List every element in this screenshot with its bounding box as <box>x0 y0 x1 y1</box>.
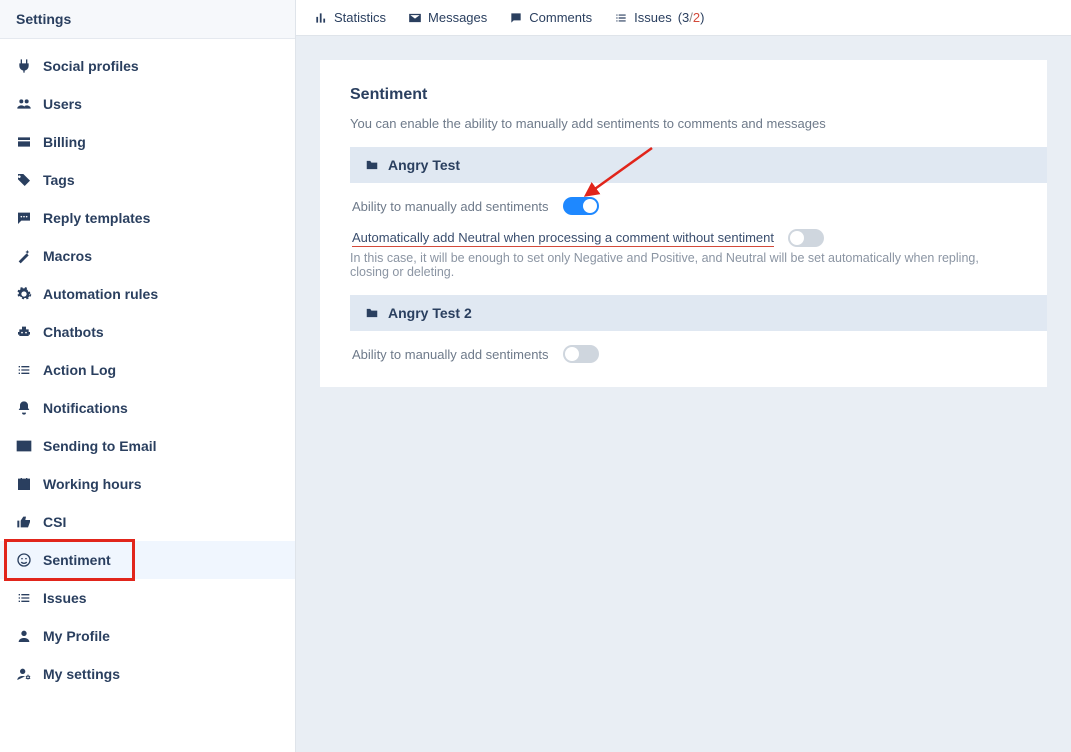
topbar-label: Issues <box>634 10 672 25</box>
sidebar-item-reply-templates[interactable]: Reply templates <box>0 199 295 237</box>
setting-label: Automatically add Neutral when processin… <box>352 230 774 247</box>
topbar-label: Messages <box>428 10 487 25</box>
sidebar-item-my-profile[interactable]: My Profile <box>0 617 295 655</box>
usercog-icon <box>16 666 32 682</box>
sidebar-item-label: Notifications <box>43 400 128 416</box>
card-icon <box>16 134 32 150</box>
wand-icon <box>16 248 32 264</box>
sidebar-item-label: Sentiment <box>43 552 111 568</box>
thumbs-icon <box>16 514 32 530</box>
issues-counts: (3/2) <box>678 10 705 25</box>
topbar: Statistics Messages Comments Issues (3/2… <box>296 0 1071 36</box>
topbar-label: Comments <box>529 10 592 25</box>
sidebar-item-my-settings[interactable]: My settings <box>0 655 295 693</box>
main-area: Statistics Messages Comments Issues (3/2… <box>296 0 1071 752</box>
robot-icon <box>16 324 32 340</box>
cogs-icon <box>16 286 32 302</box>
setting-row: Ability to manually add sentiments <box>350 331 1017 363</box>
setting-row: Ability to manually add sentiments <box>350 183 1017 215</box>
sidebar-item-tags[interactable]: Tags <box>0 161 295 199</box>
setting-toggle[interactable] <box>563 197 599 215</box>
tags-icon <box>16 172 32 188</box>
sidebar-item-label: Issues <box>43 590 87 606</box>
sidebar-item-label: Chatbots <box>43 324 104 340</box>
sidebar-item-label: Sending to Email <box>43 438 157 454</box>
sidebar-item-label: Automation rules <box>43 286 158 302</box>
smile-icon <box>16 552 32 568</box>
comment-icon <box>509 11 523 25</box>
sidebar-item-issues[interactable]: Issues <box>0 579 295 617</box>
sidebar-item-automation-rules[interactable]: Automation rules <box>0 275 295 313</box>
sidebar-item-sending-to-email[interactable]: Sending to Email <box>0 427 295 465</box>
sidebar-item-label: My settings <box>43 666 120 682</box>
section-title: Angry Test 2 <box>388 305 472 321</box>
sidebar-item-label: Social profiles <box>43 58 139 74</box>
sidebar-item-chatbots[interactable]: Chatbots <box>0 313 295 351</box>
sidebar-item-label: Users <box>43 96 82 112</box>
sidebar-item-social-profiles[interactable]: Social profiles <box>0 47 295 85</box>
setting-hint: In this case, it will be enough to set o… <box>350 251 1017 279</box>
settings-sidebar: Settings Social profiles Users Billing Tags… <box>0 0 296 752</box>
sidebar-item-macros[interactable]: Macros <box>0 237 295 275</box>
topbar-issues[interactable]: Issues (3/2) <box>614 10 704 25</box>
topbar-statistics[interactable]: Statistics <box>314 10 386 25</box>
users-icon <box>16 96 32 112</box>
page-description: You can enable the ability to manually a… <box>350 116 1017 131</box>
sidebar-item-billing[interactable]: Billing <box>0 123 295 161</box>
section-title: Angry Test <box>388 157 460 173</box>
user-icon <box>16 628 32 644</box>
section-header[interactable]: Angry Test <box>350 147 1047 183</box>
sidebar-item-notifications[interactable]: Notifications <box>0 389 295 427</box>
sidebar-item-working-hours[interactable]: Working hours <box>0 465 295 503</box>
setting-label: Ability to manually add sentiments <box>352 347 549 362</box>
envelope-icon <box>408 11 422 25</box>
sidebar-item-label: Tags <box>43 172 75 188</box>
sidebar-item-users[interactable]: Users <box>0 85 295 123</box>
setting-toggle[interactable] <box>788 229 824 247</box>
list-icon <box>16 362 32 378</box>
envelope-icon <box>16 438 32 454</box>
sentiment-panel: Sentiment You can enable the ability to … <box>320 60 1047 387</box>
topbar-comments[interactable]: Comments <box>509 10 592 25</box>
page-title: Sentiment <box>350 86 1017 104</box>
sidebar-item-label: Working hours <box>43 476 142 492</box>
bar-chart-icon <box>314 11 328 25</box>
list-check-icon <box>614 11 628 25</box>
sidebar-item-label: My Profile <box>43 628 110 644</box>
sidebar-item-label: Action Log <box>43 362 116 378</box>
setting-toggle[interactable] <box>563 345 599 363</box>
folder-icon <box>364 306 380 320</box>
setting-row: Automatically add Neutral when processin… <box>350 215 1017 247</box>
topbar-messages[interactable]: Messages <box>408 10 487 25</box>
section-header[interactable]: Angry Test 2 <box>350 295 1047 331</box>
sidebar-item-label: Reply templates <box>43 210 150 226</box>
sidebar-item-label: CSI <box>43 514 66 530</box>
setting-label: Ability to manually add sentiments <box>352 199 549 214</box>
sidebar-item-csi[interactable]: CSI <box>0 503 295 541</box>
sidebar-item-label: Billing <box>43 134 86 150</box>
bell-icon <box>16 400 32 416</box>
sidebar-title: Settings <box>0 0 295 39</box>
sidebar-item-sentiment[interactable]: Sentiment <box>0 541 295 579</box>
calendar-icon <box>16 476 32 492</box>
folder-icon <box>364 158 380 172</box>
chat-icon <box>16 210 32 226</box>
sidebar-item-label: Macros <box>43 248 92 264</box>
list-icon <box>16 590 32 606</box>
plug-icon <box>16 58 32 74</box>
sidebar-item-action-log[interactable]: Action Log <box>0 351 295 389</box>
topbar-label: Statistics <box>334 10 386 25</box>
